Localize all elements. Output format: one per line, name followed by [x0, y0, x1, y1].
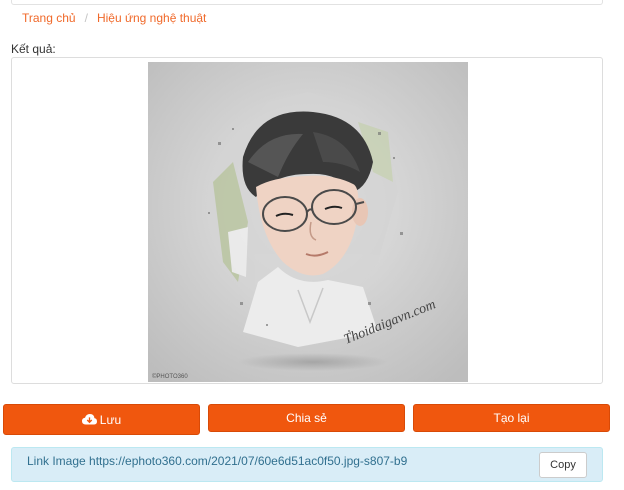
breadcrumb-separator: /	[84, 11, 88, 25]
top-panel-border	[11, 0, 603, 5]
save-button[interactable]: Lưu	[3, 404, 200, 435]
cloud-download-icon	[81, 413, 97, 426]
recreate-button[interactable]: Tạo lại	[413, 404, 610, 432]
result-panel: Thoidaigavn.com ©PHOTO360	[11, 57, 603, 384]
breadcrumb-home-link[interactable]: Trang chủ	[22, 11, 76, 25]
breadcrumb-current-link[interactable]: Hiệu ứng nghệ thuật	[97, 11, 206, 25]
breadcrumb: Trang chủ / Hiệu ứng nghệ thuật	[22, 11, 206, 25]
result-label: Kết quả:	[11, 42, 56, 56]
copy-button[interactable]: Copy	[539, 452, 587, 478]
save-button-label: Lưu	[99, 412, 122, 427]
image-link-text: Link Image https://ephoto360.com/2021/07…	[27, 454, 408, 468]
share-button-label: Chia sẻ	[286, 411, 327, 425]
image-link-panel: Link Image https://ephoto360.com/2021/07…	[11, 447, 603, 482]
share-button[interactable]: Chia sẻ	[208, 404, 405, 432]
image-credit-text: ©PHOTO360	[152, 373, 188, 380]
recreate-button-label: Tạo lại	[493, 411, 530, 425]
result-image: Thoidaigavn.com ©PHOTO360	[148, 62, 468, 382]
